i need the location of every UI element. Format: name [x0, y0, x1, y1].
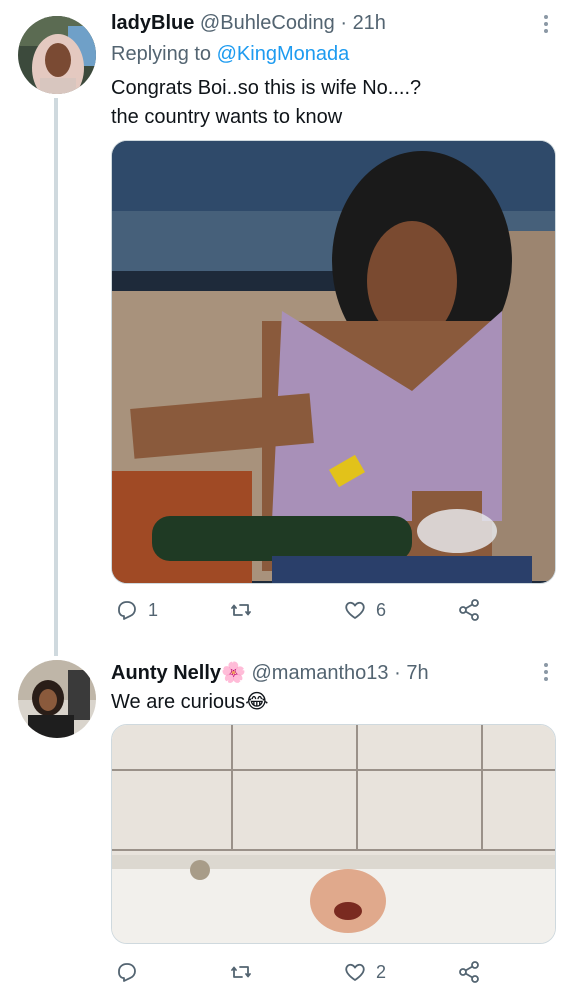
retweet-button[interactable]	[229, 960, 262, 984]
like-icon	[345, 963, 365, 981]
separator: ·	[394, 662, 401, 684]
timestamp[interactable]: 21h	[353, 12, 386, 34]
replying-to: Replying to @KingMonada	[111, 43, 349, 66]
reply-icon	[118, 963, 136, 982]
share-button[interactable]	[457, 960, 481, 984]
tweet-2[interactable]: Aunty Nelly🌸 @mamantho13 · 7h We are cur…	[0, 650, 572, 1000]
name-emoji: 🌸	[221, 662, 246, 684]
more-icon[interactable]	[544, 660, 550, 684]
tweet-actions: 1 6	[111, 598, 554, 628]
tweet-header: Aunty Nelly🌸 @mamantho13 · 7h	[111, 660, 429, 685]
share-icon	[459, 599, 479, 621]
like-icon	[345, 601, 365, 619]
handle[interactable]: @mamantho13	[252, 662, 389, 684]
like-count: 2	[376, 961, 387, 982]
display-name[interactable]: Aunty Nelly	[111, 662, 221, 684]
reply-icon	[118, 601, 136, 620]
tweet-text: We are curious😂	[111, 688, 269, 717]
tweet-text-line: the country wants to know	[111, 106, 343, 128]
separator: ·	[340, 12, 347, 34]
reply-button[interactable]: 1	[115, 598, 158, 622]
display-name[interactable]: ladyBlue	[111, 12, 194, 34]
share-button[interactable]	[457, 598, 481, 622]
avatar[interactable]	[18, 660, 96, 738]
avatar[interactable]	[18, 16, 96, 94]
retweet-button[interactable]	[229, 598, 262, 622]
text-emoji: 😂	[245, 691, 269, 713]
like-button[interactable]: 6	[343, 598, 386, 622]
tweet-1[interactable]: ladyBlue @BuhleCoding · 21h Replying to …	[0, 0, 572, 656]
tweet-photo[interactable]	[111, 724, 556, 944]
timestamp[interactable]: 7h	[406, 662, 428, 684]
share-icon	[459, 961, 479, 983]
tweet-header: ladyBlue @BuhleCoding · 21h	[111, 12, 386, 35]
tweet-actions: 2	[111, 960, 554, 990]
tweet-photo[interactable]	[111, 140, 556, 584]
more-icon[interactable]	[544, 12, 550, 36]
tweet-text-line: Congrats Boi..so this is wife No....?	[111, 77, 422, 99]
replying-prefix: Replying to	[111, 43, 212, 65]
tweet-text: Congrats Boi..so this is wife No....? th…	[111, 74, 421, 132]
handle[interactable]: @BuhleCoding	[200, 12, 335, 34]
retweet-icon	[231, 966, 251, 978]
like-button[interactable]: 2	[343, 960, 386, 984]
reply-button[interactable]	[115, 960, 148, 984]
retweet-icon	[231, 604, 251, 616]
tweet-text-line: We are curious	[111, 691, 246, 713]
thread-line	[54, 98, 58, 656]
like-count: 6	[376, 599, 387, 620]
reply-count: 1	[148, 599, 159, 620]
replying-to-handle[interactable]: @KingMonada	[217, 43, 350, 65]
